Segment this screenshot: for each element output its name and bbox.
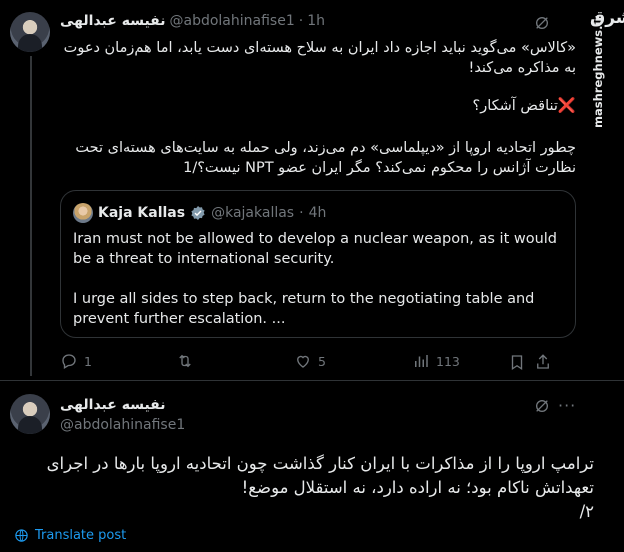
quoted-tweet[interactable]: Kaja Kallas @kajakallas · 4h Iran must n… [60,190,576,338]
grok-icon[interactable] [534,398,550,414]
quote-text: Iran must not be allowed to develop a nu… [73,229,563,349]
tweet-text-line1: «کالاس» می‌گوید نباید اجازه داد ایران به… [63,40,576,76]
views-count: 113 [436,353,460,369]
globe-icon [15,529,28,542]
tweet-text-line3: چطور اتحادیه اروپا از «دیپلماسی» دم می‌ز… [75,140,576,176]
views-icon [415,355,428,367]
translate-post-link[interactable]: Translate post [14,528,126,543]
reply-icon [62,354,76,369]
tweet2-page-number: ۲/ [579,502,594,521]
share-icon[interactable] [534,353,552,371]
quote-avatar [73,203,93,223]
repost-button[interactable] [176,352,200,370]
repost-icon [179,354,191,368]
quote-timestamp: 4h [308,205,327,221]
grok-icon[interactable] [534,15,550,31]
reply-button[interactable]: 1 [60,352,92,370]
separator-dot: · [298,13,304,29]
more-options-icon[interactable]: ··· [558,396,576,415]
separator-dot: · [299,205,304,221]
action-bar: 1 5 113 [60,352,560,372]
reply-count: 1 [84,353,92,369]
author-handle[interactable]: @abdolahinafise1 [170,13,295,29]
like-button[interactable]: 5 [294,352,326,370]
author-name[interactable]: نفیسه عبدالهی [60,13,166,29]
thread-line [30,56,32,376]
verified-badge-icon [191,206,205,220]
translate-post-label: Translate post [35,528,127,543]
quote-paragraph-2: I urge all sides to step back, return to… [73,291,535,327]
tweet-header: نفیسه عبدالهی @abdolahinafise1 · 1h [60,13,325,29]
author-name[interactable]: نفیسه عبدالهی [60,397,166,413]
like-count: 5 [318,353,326,369]
watermark-url: mashreghnews.ir [591,15,605,128]
timestamp[interactable]: 1h [307,13,325,29]
views-button[interactable]: 113 [412,352,460,370]
tweet-text-line2: ❌تناقض آشکار؟ [472,98,577,114]
watermark: مشرق mashreghnews.ir [586,8,624,128]
avatar[interactable] [10,394,50,434]
author-handle[interactable]: @abdolahinafise1 [60,417,185,433]
quote-header: Kaja Kallas @kajakallas · 4h [73,203,326,223]
quote-author-name: Kaja Kallas [98,205,186,221]
quote-author-handle: @kajakallas [211,205,295,221]
avatar[interactable] [10,12,50,52]
bookmark-icon[interactable] [508,353,526,371]
tweet2-text: ترامپ اروپا را از مذاکرات با ایران کنار … [46,454,594,497]
heart-icon [297,355,309,368]
divider [0,380,624,381]
quote-paragraph-1: Iran must not be allowed to develop a nu… [73,231,558,267]
